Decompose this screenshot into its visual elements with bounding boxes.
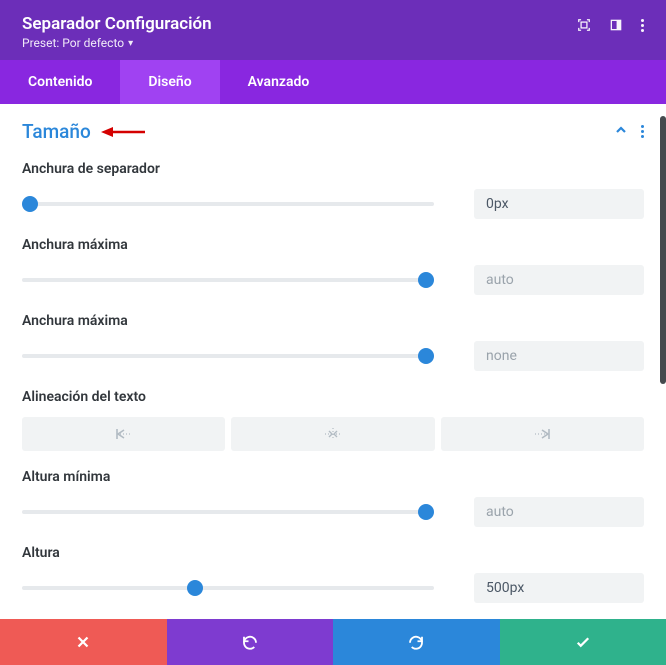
align-right-button[interactable]: [441, 417, 644, 451]
chevron-up-icon[interactable]: [615, 124, 627, 140]
panel-body: Tamaño Anchura de separador: [0, 104, 666, 604]
annotation-arrow: [101, 125, 145, 139]
slider-sep-width[interactable]: [22, 195, 434, 213]
modal-header: Separador Configuración Preset: Por defe…: [0, 0, 666, 60]
input-max-width-2[interactable]: none: [474, 341, 644, 371]
footer-actions: [0, 619, 666, 665]
section-more-icon[interactable]: [641, 125, 644, 138]
slider-height[interactable]: [22, 579, 434, 597]
more-icon[interactable]: [641, 19, 644, 32]
tab-advanced[interactable]: Avanzado: [220, 60, 338, 104]
slider-max-width-2[interactable]: [22, 347, 434, 365]
slider-max-width-1[interactable]: [22, 271, 434, 289]
modal-title: Separador Configuración: [22, 14, 212, 34]
label-max-width-2: Anchura máxima: [22, 313, 644, 329]
input-min-height[interactable]: auto: [474, 497, 644, 527]
input-sep-width[interactable]: 0px: [474, 189, 644, 219]
expand-icon[interactable]: [577, 18, 591, 32]
tabs: Contenido Diseño Avanzado: [0, 60, 666, 104]
chevron-down-icon: ▾: [128, 38, 133, 49]
save-button[interactable]: [500, 619, 666, 665]
undo-button[interactable]: [167, 619, 334, 665]
preset-dropdown[interactable]: Preset: Por defecto ▾: [22, 36, 212, 50]
align-left-button[interactable]: [22, 417, 225, 451]
label-sep-width: Anchura de separador: [22, 161, 644, 177]
label-min-height: Altura mínima: [22, 469, 644, 485]
preset-label: Preset: Por defecto: [22, 36, 124, 50]
input-max-width-1[interactable]: auto: [474, 265, 644, 295]
cancel-button[interactable]: [0, 619, 167, 665]
label-text-align: Alineación del texto: [22, 389, 644, 405]
tab-content[interactable]: Contenido: [0, 60, 120, 104]
scrollbar[interactable]: [660, 116, 666, 384]
tab-design[interactable]: Diseño: [120, 60, 219, 104]
input-height[interactable]: 500px: [474, 573, 644, 603]
label-height: Altura: [22, 545, 644, 561]
align-center-button[interactable]: [231, 417, 434, 451]
redo-button[interactable]: [333, 619, 500, 665]
slider-min-height[interactable]: [22, 503, 434, 521]
label-max-width-1: Anchura máxima: [22, 237, 644, 253]
snap-icon[interactable]: [609, 18, 623, 32]
section-title[interactable]: Tamaño: [22, 120, 91, 143]
